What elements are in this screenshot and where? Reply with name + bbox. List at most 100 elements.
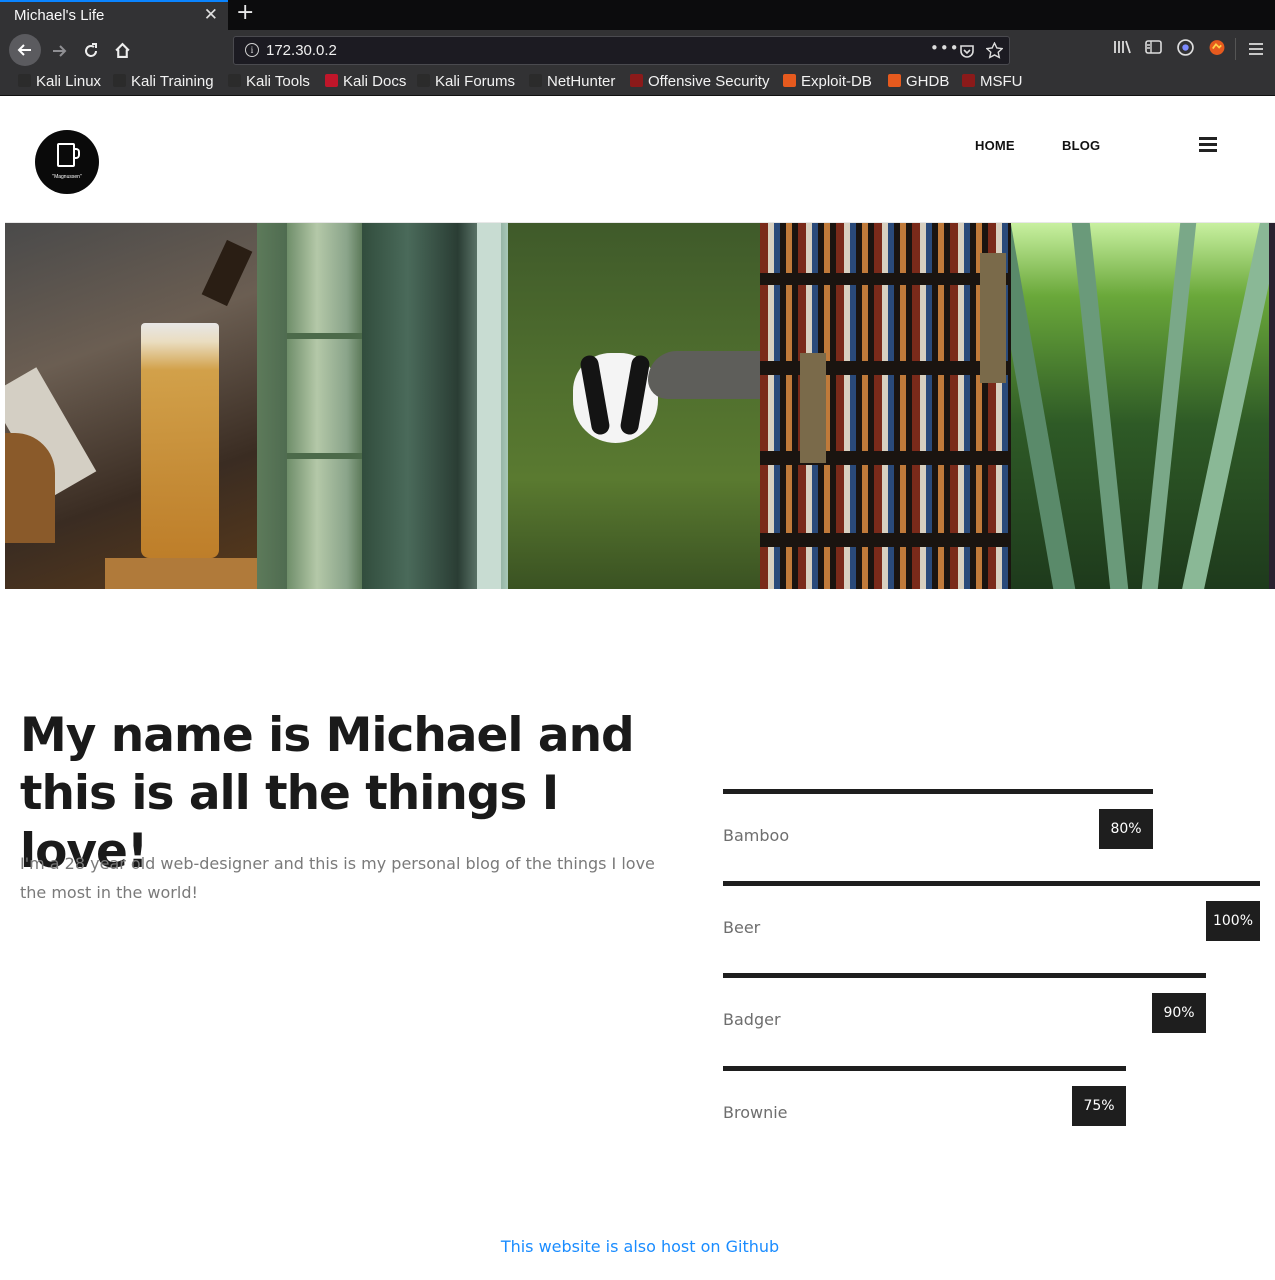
bookmark-exploit-db[interactable]: Exploit-DB — [783, 73, 872, 90]
photo-detail — [287, 453, 362, 459]
bookmark-kali-training[interactable]: Kali Training — [113, 73, 214, 90]
nav-home-link[interactable]: HOME — [975, 138, 1015, 153]
skill-percent-badge: 90% — [1152, 993, 1206, 1033]
mug-handle — [74, 148, 80, 159]
tab-title: Michael's Life — [14, 7, 105, 24]
back-button[interactable] — [9, 34, 41, 66]
site-logo[interactable]: "Magnussen" — [35, 130, 99, 194]
url-bar[interactable]: i 172.30.0.2 ••• — [233, 36, 1010, 65]
bookmark-label: Kali Forums — [435, 73, 516, 90]
skill-bar — [723, 1066, 1126, 1071]
menu-icon[interactable] — [1248, 42, 1264, 56]
bookmark-offensive-security[interactable]: Offensive Security — [630, 73, 769, 90]
skill-percent-badge: 75% — [1072, 1086, 1126, 1126]
forward-arrow-icon — [53, 45, 67, 57]
github-link[interactable]: This website is also host on Github — [5, 1237, 1275, 1256]
sidebar-icon[interactable] — [1145, 39, 1162, 55]
bamboo-forest-photo — [1011, 223, 1269, 589]
reload-button[interactable] — [76, 36, 106, 66]
bookmark-ghdb[interactable]: GHDB — [888, 73, 949, 90]
bookmark-kali-docs[interactable]: Kali Docs — [325, 73, 406, 90]
photo-detail — [141, 323, 219, 558]
skill-bar — [723, 789, 1153, 794]
home-button[interactable] — [107, 36, 137, 66]
forward-button[interactable] — [44, 36, 74, 66]
bookmark-kali-linux[interactable]: Kali Linux — [18, 73, 101, 90]
photo-detail — [1141, 223, 1197, 589]
bottle-shelf-photo — [760, 223, 1011, 589]
kali-dragon-icon — [18, 74, 31, 87]
photo-detail — [477, 223, 501, 589]
bookmarks-toolbar: Kali Linux Kali Training Kali Tools Kali… — [0, 70, 1275, 96]
url-text[interactable]: 172.30.0.2 — [266, 42, 337, 59]
beer-mug-icon — [57, 143, 75, 167]
toolbar-divider — [1235, 38, 1236, 60]
photo-detail — [287, 223, 362, 589]
intro-paragraph: I'm a 28 year old web-designer and this … — [20, 854, 655, 902]
extension-icon[interactable] — [1208, 39, 1226, 56]
tab-active[interactable]: Michael's Life ✕ — [0, 0, 228, 30]
msfu-icon — [962, 74, 975, 87]
bookmark-label: NetHunter — [547, 73, 616, 90]
bookmark-kali-tools[interactable]: Kali Tools — [228, 73, 310, 90]
library-icon[interactable] — [1113, 39, 1131, 55]
photo-detail — [5, 433, 55, 543]
account-icon[interactable] — [1177, 39, 1194, 56]
photo-detail — [800, 353, 826, 463]
back-arrow-icon — [17, 44, 31, 56]
close-tab-icon[interactable]: ✕ — [204, 5, 218, 25]
pocket-icon[interactable] — [959, 43, 975, 59]
bookmark-msfu[interactable]: MSFU — [962, 73, 1023, 90]
photo-detail — [1011, 223, 1076, 589]
skill-name: Bamboo — [723, 826, 790, 845]
exploit-db-icon — [783, 74, 796, 87]
photo-detail — [980, 253, 1006, 383]
nethunter-icon — [529, 74, 542, 87]
bookmark-star-icon[interactable] — [986, 42, 1003, 59]
skill-bar — [723, 881, 1260, 886]
offsec-icon — [630, 74, 643, 87]
bookmark-label: Kali Tools — [246, 73, 310, 90]
skill-name: Brownie — [723, 1103, 788, 1122]
photo-detail — [760, 273, 1011, 285]
photo-detail — [287, 333, 362, 339]
photo-detail — [201, 239, 253, 307]
kali-docs-icon — [325, 74, 338, 87]
tab-bar: Michael's Life ✕ + — [0, 0, 1275, 30]
page-actions-icon[interactable]: ••• — [930, 39, 960, 57]
photo-detail — [648, 351, 760, 399]
photo-edge — [1269, 223, 1275, 589]
reload-icon — [85, 43, 97, 57]
bookmark-label: Kali Linux — [36, 73, 102, 90]
kali-dragon-icon — [113, 74, 126, 87]
photo-detail — [760, 451, 1011, 465]
bookmark-label: GHDB — [906, 73, 950, 90]
logo-text: "Magnussen" — [52, 174, 82, 180]
hamburger-menu-icon[interactable] — [1199, 137, 1217, 152]
photo-detail — [1182, 223, 1269, 589]
skill-bar — [723, 973, 1206, 978]
photo-gallery — [5, 222, 1275, 589]
bookmark-label: Kali Docs — [343, 73, 407, 90]
bamboo-closeup-photo — [257, 223, 508, 589]
ghdb-icon — [888, 74, 901, 87]
nav-blog-link[interactable]: BLOG — [1062, 138, 1100, 153]
skill-name: Badger — [723, 1010, 781, 1029]
new-tab-button[interactable]: + — [236, 0, 254, 25]
bookmark-label: MSFU — [980, 73, 1023, 90]
photo-detail — [105, 558, 257, 589]
photo-detail — [760, 361, 1011, 375]
bookmark-nethunter[interactable]: NetHunter — [529, 73, 615, 90]
photo-detail — [1071, 223, 1129, 589]
skill-name: Beer — [723, 918, 761, 937]
bookmark-label: Kali Training — [131, 73, 214, 90]
web-page: "Magnussen" HOME BLOG My name is Michael… — [5, 97, 1275, 1280]
info-icon[interactable]: i — [245, 43, 259, 57]
bookmark-kali-forums[interactable]: Kali Forums — [417, 73, 515, 90]
navigation-toolbar: i 172.30.0.2 ••• — [0, 30, 1275, 70]
photo-detail — [760, 533, 1011, 547]
kali-dragon-icon — [228, 74, 241, 87]
home-icon — [114, 42, 130, 58]
beer-photo — [5, 223, 257, 589]
badger-photo — [508, 223, 760, 589]
